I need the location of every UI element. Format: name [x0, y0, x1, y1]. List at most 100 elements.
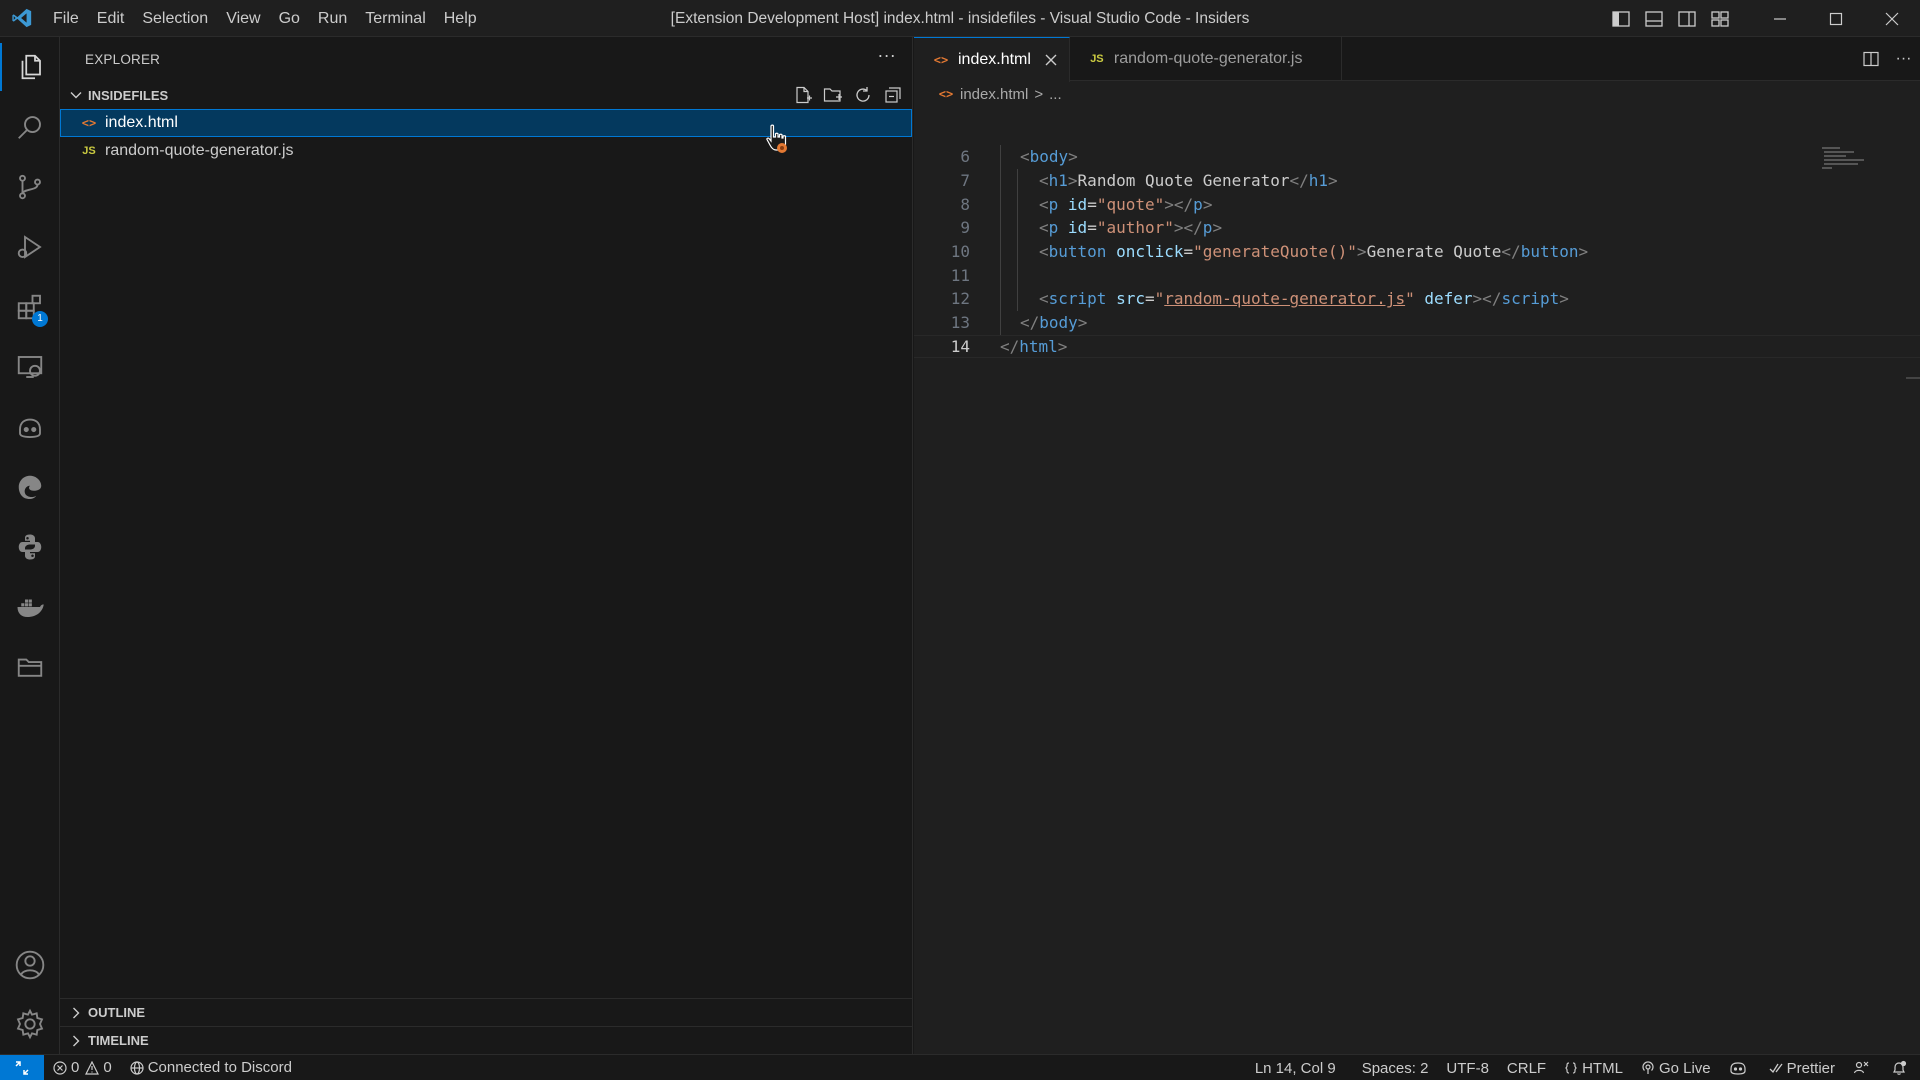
- script-src-link[interactable]: random-quote-generator.js: [1164, 289, 1405, 308]
- maximize-icon[interactable]: [1808, 0, 1864, 37]
- chevron-right-icon: [64, 1006, 88, 1020]
- code-line: 11: [914, 263, 1920, 287]
- html-file-icon: <>: [938, 87, 954, 101]
- vscode-logo-icon: [0, 0, 44, 37]
- remote-indicator-icon[interactable]: [0, 1054, 44, 1080]
- editor-more-actions-icon[interactable]: ···: [1887, 41, 1920, 78]
- html-file-icon: <>: [81, 116, 97, 130]
- explorer-sidebar: EXPLORER ··· INSIDEFILES <> index.html J…: [60, 37, 913, 1054]
- end-of-line[interactable]: CRLF: [1498, 1055, 1555, 1080]
- python-icon[interactable]: [0, 517, 60, 577]
- tab-label: index.html: [958, 51, 1031, 68]
- vertical-scrollbar[interactable]: [1906, 145, 1920, 945]
- menu-run[interactable]: Run: [309, 0, 356, 37]
- code-line: 12 <script src="random-quote-generator.j…: [914, 287, 1920, 311]
- menu-file[interactable]: File: [44, 0, 88, 37]
- edge-icon[interactable]: [0, 457, 60, 517]
- more-actions-icon[interactable]: ···: [877, 45, 896, 66]
- feedback-icon[interactable]: [1844, 1055, 1882, 1080]
- new-file-icon[interactable]: [788, 81, 818, 109]
- breadcrumb-rest[interactable]: ...: [1049, 86, 1062, 103]
- title-bar: File Edit Selection View Go Run Terminal…: [0, 0, 1920, 37]
- folder-name: INSIDEFILES: [88, 87, 169, 103]
- html-file-icon: <>: [933, 53, 949, 67]
- toggle-secondary-sidebar-icon[interactable]: [1670, 0, 1703, 37]
- discord-status[interactable]: Connected to Discord: [121, 1055, 301, 1080]
- warning-count: 0: [103, 1059, 112, 1076]
- folder-icon[interactable]: [0, 637, 60, 697]
- explorer-header: EXPLORER ···: [60, 37, 912, 81]
- source-control-icon[interactable]: [0, 157, 60, 217]
- toggle-panel-icon[interactable]: [1637, 0, 1670, 37]
- customize-layout-icon[interactable]: [1703, 0, 1736, 37]
- collapse-all-icon[interactable]: [878, 81, 908, 109]
- search-icon[interactable]: [0, 97, 60, 157]
- file-name: random-quote-generator.js: [105, 142, 294, 159]
- activity-bar: 1: [0, 37, 60, 1054]
- remote-explorer-icon[interactable]: [0, 337, 60, 397]
- extensions-icon[interactable]: 1: [0, 277, 60, 337]
- line-number: 11: [950, 265, 970, 285]
- mouse-cursor-icon: [764, 124, 792, 158]
- chevron-down-icon: [64, 88, 88, 102]
- notifications-bell-icon[interactable]: [1882, 1055, 1920, 1080]
- menu-edit[interactable]: Edit: [88, 0, 134, 37]
- close-tab-icon[interactable]: [1045, 50, 1057, 71]
- menu-view[interactable]: View: [217, 0, 269, 37]
- run-debug-icon[interactable]: [0, 217, 60, 277]
- outline-section-header[interactable]: OUTLINE: [60, 998, 913, 1026]
- line-number: 13: [950, 313, 970, 333]
- breadcrumb-file[interactable]: index.html: [960, 86, 1028, 103]
- tab-random-quote-generator-js[interactable]: JS random-quote-generator.js: [1070, 37, 1342, 81]
- folder-section-header[interactable]: INSIDEFILES: [60, 81, 912, 109]
- extensions-badge: 1: [32, 311, 48, 327]
- language-mode[interactable]: HTML: [1555, 1055, 1632, 1080]
- docker-icon[interactable]: [0, 577, 60, 637]
- outline-label: OUTLINE: [88, 1005, 146, 1020]
- js-file-icon: JS: [82, 145, 96, 157]
- cursor-position[interactable]: Ln 14, Col 9: [1246, 1055, 1345, 1080]
- line-number: 8: [960, 194, 970, 214]
- account-icon[interactable]: [0, 935, 60, 995]
- menu-terminal[interactable]: Terminal: [356, 0, 434, 37]
- code-line: 6 <body>: [914, 145, 1920, 169]
- code-line: 8 <p id="quote"></p>: [914, 192, 1920, 216]
- code-line-current: 14 </html>: [914, 334, 1920, 359]
- menu-go[interactable]: Go: [270, 0, 309, 37]
- minimize-icon[interactable]: [1752, 0, 1808, 37]
- line-number: 6: [960, 147, 970, 167]
- toggle-primary-sidebar-icon[interactable]: [1604, 0, 1637, 37]
- menu-bar: File Edit Selection View Go Run Terminal…: [44, 0, 486, 37]
- settings-gear-icon[interactable]: [0, 994, 60, 1054]
- editor-area: <> index.html JS random-quote-generator.…: [914, 37, 1920, 1054]
- encoding[interactable]: UTF-8: [1437, 1055, 1498, 1080]
- code-editor[interactable]: 6 <body> 7 <h1>Random Quote Generator</h…: [914, 145, 1920, 359]
- menu-help[interactable]: Help: [435, 0, 486, 37]
- line-number: 7: [960, 171, 970, 191]
- problems-indicator[interactable]: 0 0: [44, 1055, 121, 1080]
- error-count: 0: [71, 1059, 80, 1076]
- go-live[interactable]: Go Live: [1632, 1055, 1720, 1080]
- close-window-icon[interactable]: [1864, 0, 1920, 37]
- prettier-status[interactable]: Prettier: [1760, 1055, 1844, 1080]
- tab-label: random-quote-generator.js: [1113, 50, 1303, 67]
- timeline-section-header[interactable]: TIMELINE: [60, 1026, 913, 1054]
- copilot-icon[interactable]: [0, 397, 60, 457]
- refresh-icon[interactable]: [848, 81, 878, 109]
- line-number: 10: [950, 242, 970, 262]
- copilot-status-icon[interactable]: [1720, 1055, 1760, 1080]
- menu-selection[interactable]: Selection: [133, 0, 217, 37]
- tab-index-html[interactable]: <> index.html: [914, 37, 1070, 82]
- scrollbar-position-marker: [1906, 377, 1920, 379]
- line-number: 12: [950, 289, 970, 309]
- new-folder-icon[interactable]: [818, 81, 848, 109]
- explorer-icon[interactable]: [0, 37, 60, 97]
- split-editor-icon[interactable]: [1854, 41, 1887, 78]
- minimap[interactable]: [1820, 145, 1880, 175]
- indentation[interactable]: Spaces: 2: [1353, 1055, 1438, 1080]
- breadcrumb-separator: >: [1034, 85, 1044, 103]
- js-file-icon: JS: [1090, 53, 1104, 65]
- explorer-title: EXPLORER: [85, 51, 161, 67]
- status-bar: 0 0 Connected to Discord Ln 14, Col 9 Sp…: [0, 1054, 1920, 1080]
- breadcrumb: <> index.html > ...: [914, 81, 1920, 107]
